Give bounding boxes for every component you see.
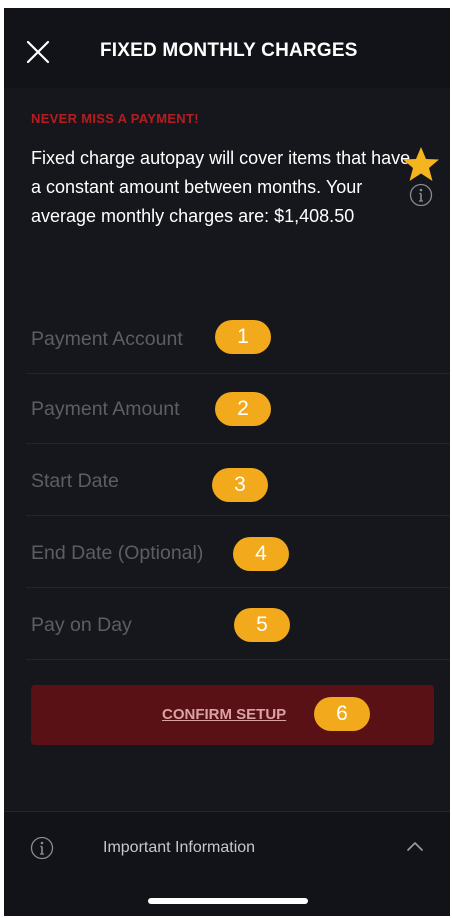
home-indicator[interactable] [148,898,308,904]
step-badge-1: 1 [215,320,271,354]
step-badge-4: 4 [233,537,289,571]
page-title: FIXED MONTHLY CHARGES [100,40,358,61]
info-icon [30,836,54,860]
payment-amount-label: Payment Amount [31,398,180,420]
step-badge-3: 3 [212,468,268,502]
step-badge-6: 6 [314,697,370,731]
alert-description: Fixed charge autopay will cover items th… [31,148,411,226]
payment-account-label: Payment Account [31,328,183,350]
confirm-setup-button[interactable]: CONFIRM SETUP 6 [31,685,434,745]
header-bar: FIXED MONTHLY CHARGES [4,8,450,88]
close-button[interactable] [24,38,52,66]
step-badge-2: 2 [215,392,271,426]
start-date-field[interactable]: Start Date 3 [26,446,450,516]
step-badge-5: 5 [234,608,290,642]
star-icon[interactable] [402,146,440,182]
phone-screen: FIXED MONTHLY CHARGES NEVER MISS A PAYME… [4,8,450,916]
close-icon [26,40,50,64]
alert-title: NEVER MISS A PAYMENT! [31,111,199,126]
start-date-label: Start Date [31,470,119,492]
important-information-label: Important Information [103,839,256,856]
end-date-field[interactable]: End Date (Optional) 4 [26,518,450,588]
confirm-setup-label: CONFIRM SETUP [162,706,287,723]
pay-on-day-field[interactable]: Pay on Day 5 [26,590,450,660]
payment-amount-field[interactable]: Payment Amount 2 [26,374,450,444]
pay-on-day-label: Pay on Day [31,614,132,636]
payment-account-field[interactable]: Payment Account 1 [26,304,450,374]
info-icon[interactable] [409,183,433,207]
chevron-up-icon [407,842,423,851]
footer-panel: Important Information [4,811,450,916]
end-date-label: End Date (Optional) [31,542,204,564]
important-information-toggle[interactable]: Important Information [4,812,450,882]
